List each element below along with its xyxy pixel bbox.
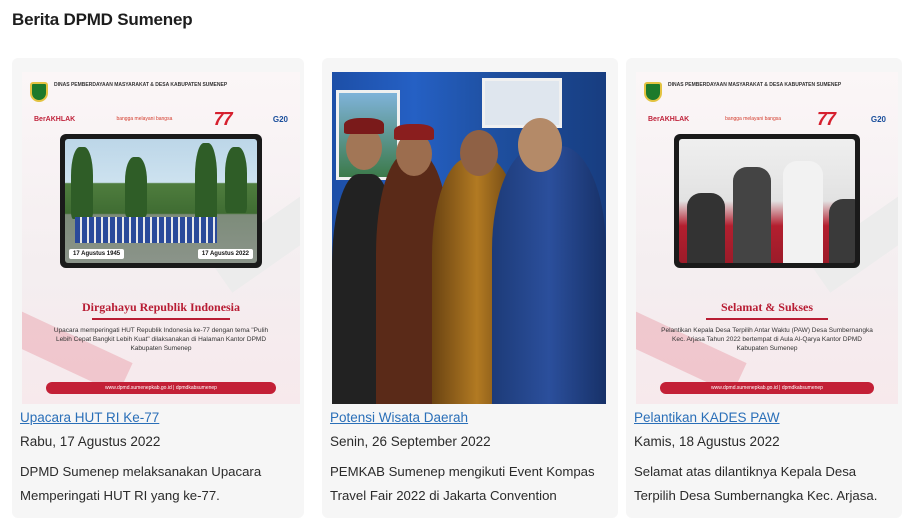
article-date: Senin, 26 September 2022 — [330, 434, 491, 449]
person — [829, 199, 855, 263]
udeng-cap — [344, 118, 384, 134]
bangga-melayani-logo: bangga melayani bangsa — [116, 116, 173, 122]
poster-footer: www.dpmd.sumenepkab.go.id | dpmdkabsumen… — [660, 382, 874, 394]
article-date: Rabu, 17 Agustus 2022 — [20, 434, 161, 449]
news-card: DINAS PEMBERDAYAAN MASYARAKAT & DESA KAB… — [626, 58, 902, 518]
udeng-cap — [394, 124, 434, 140]
poster-headline: Dirgahayu Republik Indonesia — [81, 300, 241, 314]
article-description: Selamat atas dilantiknya Kepala Desa Ter… — [634, 460, 898, 508]
description-line: Terpilih Desa Sumbernangka Kec. Arjasa. — [634, 488, 878, 503]
news-thumbnail[interactable] — [332, 72, 606, 404]
person-head — [518, 118, 562, 172]
logo-row: BerAKHLAK bangga melayani bangsa 77 G20 — [34, 108, 288, 130]
article-date: Kamis, 18 Agustus 2022 — [634, 434, 780, 449]
tree-shape — [225, 147, 247, 213]
description-line: Selamat atas dilantiknya Kepala Desa — [634, 464, 857, 479]
ceremony-participants — [75, 217, 217, 243]
tree-shape — [195, 143, 217, 223]
description-line: Memperingati HUT RI yang ke-77. — [20, 488, 220, 503]
article-title-link[interactable]: Potensi Wisata Daerah — [330, 410, 468, 425]
poster-headline: Selamat & Sukses — [720, 300, 813, 314]
person — [733, 167, 771, 263]
news-thumbnail[interactable]: DINAS PEMBERDAYAAN MASYARAKAT & DESA KAB… — [636, 72, 898, 404]
date-tag-right: 17 Agustus 2022 — [197, 249, 253, 259]
bangga-melayani-logo: bangga melayani bangsa — [725, 116, 782, 122]
berakhlak-logo: BerAKHLAK — [34, 115, 76, 123]
photo-frame: 17 Agustus 1945 17 Agustus 2022 — [60, 134, 262, 268]
article-description: PEMKAB Sumenep mengikuti Event Kompas Tr… — [330, 460, 614, 508]
photo-frame — [674, 134, 860, 268]
org-name: DINAS PEMBERDAYAAN MASYARAKAT & DESA KAB… — [668, 82, 842, 88]
hut-77-logo: 77 — [816, 108, 836, 129]
person — [687, 193, 725, 263]
news-card: DINAS PEMBERDAYAAN MASYARAKAT & DESA KAB… — [12, 58, 304, 518]
sumenep-logo-icon — [30, 82, 48, 102]
tree-shape — [125, 157, 147, 217]
hut-77-logo: 77 — [213, 108, 233, 129]
org-name: DINAS PEMBERDAYAAN MASYARAKAT & DESA KAB… — [54, 82, 228, 88]
page-title: Berita DPMD Sumenep — [12, 10, 193, 29]
article-title-link[interactable]: Pelantikan KADES PAW — [634, 410, 780, 425]
article-description: DPMD Sumenep melaksanakan Upacara Memper… — [20, 460, 300, 508]
news-thumbnail[interactable]: DINAS PEMBERDAYAAN MASYARAKAT & DESA KAB… — [22, 72, 300, 404]
tree-shape — [71, 147, 93, 219]
g20-logo: G20 — [272, 114, 288, 124]
g20-logo: G20 — [870, 114, 886, 124]
description-line: DPMD Sumenep melaksanakan Upacara — [20, 464, 262, 479]
headline-rule — [706, 318, 828, 320]
berakhlak-logo: BerAKHLAK — [648, 115, 690, 123]
news-card: Potensi Wisata Daerah Senin, 26 Septembe… — [322, 58, 618, 518]
person — [492, 146, 606, 404]
person — [783, 161, 823, 263]
description-line: PEMKAB Sumenep mengikuti Event Kompas — [330, 464, 595, 479]
ceremony-photo: 17 Agustus 1945 17 Agustus 2022 — [65, 139, 257, 263]
headline-rule — [92, 318, 230, 320]
poster-body: Upacara memperingati HUT Republik Indone… — [53, 327, 269, 352]
inauguration-photo — [679, 139, 855, 263]
sumenep-logo-icon — [644, 82, 662, 102]
person-head — [460, 130, 498, 176]
logo-row: BerAKHLAK bangga melayani bangsa 77 G20 — [648, 108, 886, 130]
date-tag-left: 17 Agustus 1945 — [69, 249, 125, 259]
description-line: Travel Fair 2022 di Jakarta Convention — [330, 488, 557, 503]
poster-footer: www.dpmd.sumenepkab.go.id | dpmdkabsumen… — [46, 382, 276, 394]
article-title-link[interactable]: Upacara HUT RI Ke-77 — [20, 410, 159, 425]
poster-body: Pelantikan Kepala Desa Terpilih Antar Wa… — [661, 327, 873, 352]
